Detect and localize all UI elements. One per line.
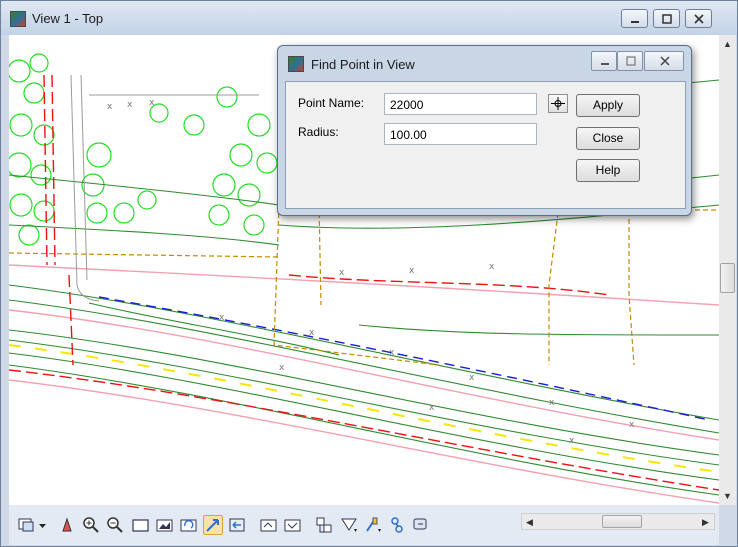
svg-text:x: x	[429, 403, 435, 413]
view-attributes-dropdown-icon[interactable]	[37, 515, 57, 535]
help-button[interactable]: Help	[576, 159, 640, 182]
svg-text:x: x	[149, 98, 155, 108]
dialog-maximize-button[interactable]	[617, 51, 643, 71]
svg-text:x: x	[549, 398, 555, 408]
vertical-scrollbar[interactable]: ▲ ▼	[719, 35, 736, 505]
scroll-up-icon[interactable]: ▲	[723, 39, 732, 49]
crosshair-icon	[551, 97, 565, 110]
minimize-icon	[601, 63, 609, 65]
svg-text:x: x	[219, 313, 225, 323]
rotate-view-icon[interactable]	[179, 515, 199, 535]
copy-view-icon[interactable]	[283, 515, 303, 535]
view-control-icon[interactable]	[411, 515, 431, 535]
radius-label: Radius:	[298, 125, 339, 139]
svg-text:x: x	[409, 266, 415, 276]
camera-icon[interactable]	[363, 515, 383, 535]
scroll-down-icon[interactable]: ▼	[723, 491, 732, 501]
render-icon[interactable]	[387, 515, 407, 535]
svg-text:x: x	[107, 102, 113, 112]
dialog-title: Find Point in View	[311, 57, 415, 72]
dialog-body: Point Name: 22000 Radius: 100.00 Apply C…	[285, 81, 686, 209]
radius-input[interactable]: 100.00	[384, 123, 537, 145]
scroll-right-icon[interactable]: ▶	[702, 517, 709, 528]
microstation-view-icon	[10, 11, 26, 27]
svg-text:x: x	[389, 348, 395, 358]
pan-view-icon[interactable]	[203, 515, 223, 535]
find-point-dialog[interactable]: Find Point in View Point Name: 22000 Rad…	[277, 45, 692, 216]
svg-text:x: x	[127, 100, 133, 110]
pick-point-button[interactable]	[548, 94, 568, 113]
point-name-label: Point Name:	[298, 96, 365, 110]
window-title: View 1 - Top	[32, 11, 104, 26]
clip-volume-icon[interactable]	[315, 515, 335, 535]
maximize-button[interactable]	[653, 9, 680, 28]
window-area-icon[interactable]	[131, 515, 151, 535]
vertical-scroll-thumb[interactable]	[720, 263, 735, 293]
horizontal-scrollbar[interactable]: ◀ ▶	[521, 513, 715, 530]
curb-lines	[70, 74, 259, 302]
close-icon	[660, 56, 670, 66]
point-name-input[interactable]: 22000	[384, 93, 537, 115]
svg-text:x: x	[339, 268, 345, 278]
close-button[interactable]	[685, 9, 712, 28]
tree-symbols	[9, 53, 278, 246]
svg-text:x: x	[629, 420, 635, 430]
close-dialog-button[interactable]: Close	[576, 127, 640, 150]
minimize-button[interactable]	[621, 9, 648, 28]
apply-button[interactable]: Apply	[576, 94, 640, 117]
horizontal-scroll-thumb[interactable]	[602, 515, 642, 528]
dialog-app-icon	[288, 56, 304, 72]
display-set-icon[interactable]	[339, 515, 359, 535]
maximize-icon	[662, 14, 672, 24]
maximize-icon	[626, 56, 636, 66]
update-view-icon[interactable]	[57, 515, 77, 535]
zoom-out-icon[interactable]	[105, 515, 125, 535]
svg-text:x: x	[279, 363, 285, 373]
svg-text:x: x	[469, 373, 475, 383]
svg-text:x: x	[489, 262, 495, 272]
title-bar[interactable]: View 1 - Top	[1, 1, 737, 35]
svg-text:x: x	[569, 436, 575, 446]
svg-text:x: x	[309, 328, 315, 338]
dialog-minimize-button[interactable]	[591, 51, 617, 71]
view-previous-icon[interactable]	[227, 515, 247, 535]
view-next-icon[interactable]	[259, 515, 279, 535]
close-icon	[694, 14, 704, 24]
dialog-close-button[interactable]	[644, 51, 684, 71]
minimize-icon	[631, 21, 639, 23]
fit-view-icon[interactable]	[155, 515, 175, 535]
scroll-left-icon[interactable]: ◀	[526, 517, 533, 528]
zoom-in-icon[interactable]	[81, 515, 101, 535]
view-attributes-icon[interactable]	[17, 515, 37, 535]
